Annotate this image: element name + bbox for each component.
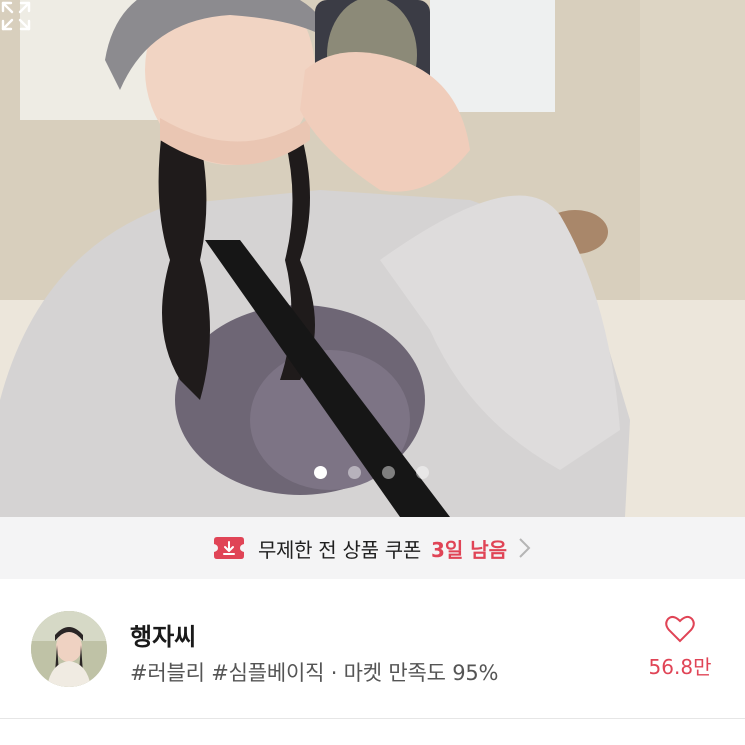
coupon-text: 무제한 전 상품 쿠폰	[257, 537, 421, 562]
pagination-dot[interactable]	[382, 466, 395, 479]
coupon-banner[interactable]: 무제한 전 상품 쿠폰 3일 남음	[0, 517, 745, 579]
pagination-dot-active[interactable]	[314, 466, 327, 479]
product-image-gallery[interactable]	[0, 0, 745, 517]
shop-tags: #러블리 #심플베이직 · 마켓 만족도 95%	[130, 661, 499, 685]
shop-avatar[interactable]	[31, 611, 107, 687]
shop-name[interactable]: 행자씨	[130, 617, 196, 652]
coupon-days-left: 3일 남음	[430, 537, 508, 562]
avatar-photo	[31, 611, 107, 687]
like-button[interactable]: 56.8만	[640, 615, 720, 680]
shop-info-row[interactable]: 행자씨 #러블리 #심플베이직 · 마켓 만족도 95% 56.8만	[0, 579, 745, 719]
like-count: 56.8만	[648, 655, 712, 679]
heart-outline-icon	[665, 615, 695, 643]
product-photo	[0, 0, 745, 517]
expand-icon[interactable]	[0, 0, 32, 32]
coupon-download-icon	[213, 537, 244, 559]
pagination-dot[interactable]	[416, 466, 429, 479]
pagination-dot[interactable]	[348, 466, 361, 479]
divider	[0, 718, 745, 719]
gallery-pagination	[314, 466, 429, 479]
chevron-right-icon	[519, 538, 531, 558]
